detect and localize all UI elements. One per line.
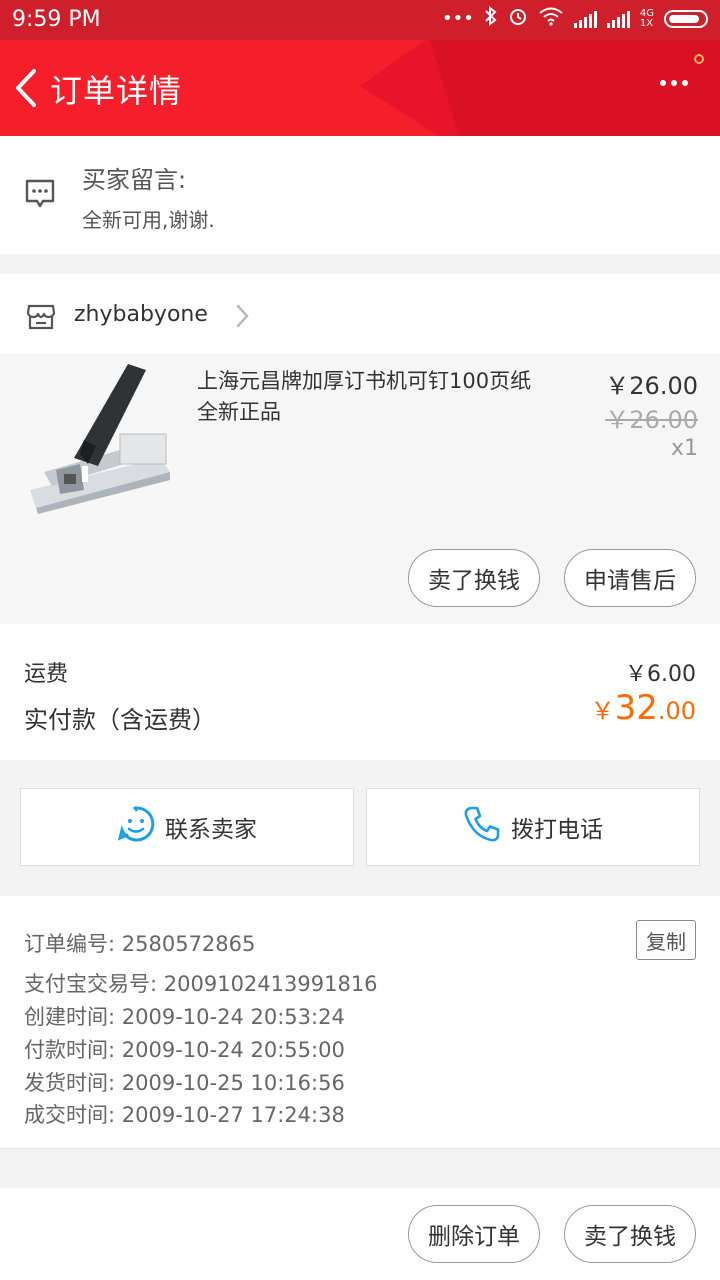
- buyer-message-text: 全新可用,谢谢.: [82, 208, 215, 232]
- network-type: 4G 1X: [639, 7, 654, 29]
- alipay-number-row: 支付宝交易号: 2009102413991816: [24, 972, 378, 996]
- dots-icon: •••: [442, 8, 474, 29]
- created-time-row: 创建时间: 2009-10-24 20:53:24: [24, 1005, 345, 1029]
- order-info: 订单编号: 2580572865 复制 支付宝交易号: 200910241399…: [0, 896, 720, 1148]
- buyer-message-title: 买家留言:: [82, 166, 187, 194]
- paid-total: ￥32.00: [590, 688, 696, 728]
- after-sale-button[interactable]: 申请售后: [564, 549, 696, 607]
- footer-sell-button[interactable]: 卖了换钱: [564, 1205, 696, 1263]
- alarm-icon: [508, 6, 528, 31]
- paid-label: 实付款（含运费）: [24, 706, 216, 734]
- header: 订单详情: [0, 40, 720, 136]
- shipped-time-row: 发货时间: 2009-10-25 10:16:56: [24, 1071, 345, 1095]
- signal-icon-2: [606, 10, 630, 28]
- copy-button[interactable]: 复制: [636, 920, 696, 960]
- status-icons: ••• 4G 1X: [442, 5, 708, 31]
- chevron-right-icon[interactable]: [234, 304, 250, 332]
- notification-dot: [694, 54, 704, 64]
- page-title: 订单详情: [50, 72, 183, 110]
- order-number-row: 订单编号: 2580572865: [24, 932, 256, 956]
- phone-icon: [463, 805, 501, 849]
- status-bar: 9:59 PM ••• 4G 1X: [0, 0, 720, 40]
- call-button[interactable]: 拨打电话: [366, 788, 700, 866]
- product-card[interactable]: 上海元昌牌加厚订书机可钉100页纸 全新正品 ￥26.00 ￥26.00 x1 …: [0, 354, 720, 624]
- sell-button[interactable]: 卖了换钱: [408, 549, 540, 607]
- completed-time-row: 成交时间: 2009-10-27 17:24:38: [24, 1103, 345, 1127]
- product-original-price: ￥26.00: [605, 406, 698, 434]
- battery-icon: [664, 9, 708, 28]
- shipping-label: 运费: [24, 662, 69, 687]
- payment-summary: 运费 ￥6.00 实付款（含运费） ￥32.00: [0, 624, 720, 760]
- footer-bar: 删除订单 卖了换钱: [0, 1188, 720, 1280]
- contact-seller-button[interactable]: 联系卖家: [20, 788, 354, 866]
- more-icon[interactable]: [660, 80, 688, 86]
- back-icon[interactable]: [12, 68, 40, 108]
- wifi-icon: [538, 6, 564, 31]
- divider: [0, 1148, 720, 1149]
- contact-seller-label: 联系卖家: [165, 817, 257, 843]
- status-time: 9:59 PM: [12, 7, 101, 32]
- product-quantity: x1: [670, 436, 698, 461]
- delete-order-button[interactable]: 删除订单: [408, 1205, 540, 1263]
- call-label: 拨打电话: [511, 817, 603, 843]
- chat-face-icon: [117, 805, 155, 849]
- product-price: ￥26.00: [605, 372, 698, 400]
- shop-name[interactable]: zhybabyone: [74, 302, 208, 327]
- buyer-message-section: 买家留言: 全新可用,谢谢.: [0, 136, 720, 254]
- store-icon: [26, 304, 56, 334]
- paid-time-row: 付款时间: 2009-10-24 20:55:00: [24, 1038, 345, 1062]
- message-icon: [24, 178, 56, 214]
- product-image[interactable]: [24, 362, 176, 514]
- bluetooth-icon: [484, 5, 498, 31]
- product-title[interactable]: 上海元昌牌加厚订书机可钉100页纸 全新正品: [197, 366, 557, 428]
- shop-row[interactable]: zhybabyone: [0, 274, 720, 354]
- shipping-value: ￥6.00: [625, 662, 696, 687]
- signal-icon: [573, 10, 597, 28]
- contact-row: 联系卖家 拨打电话: [0, 776, 720, 878]
